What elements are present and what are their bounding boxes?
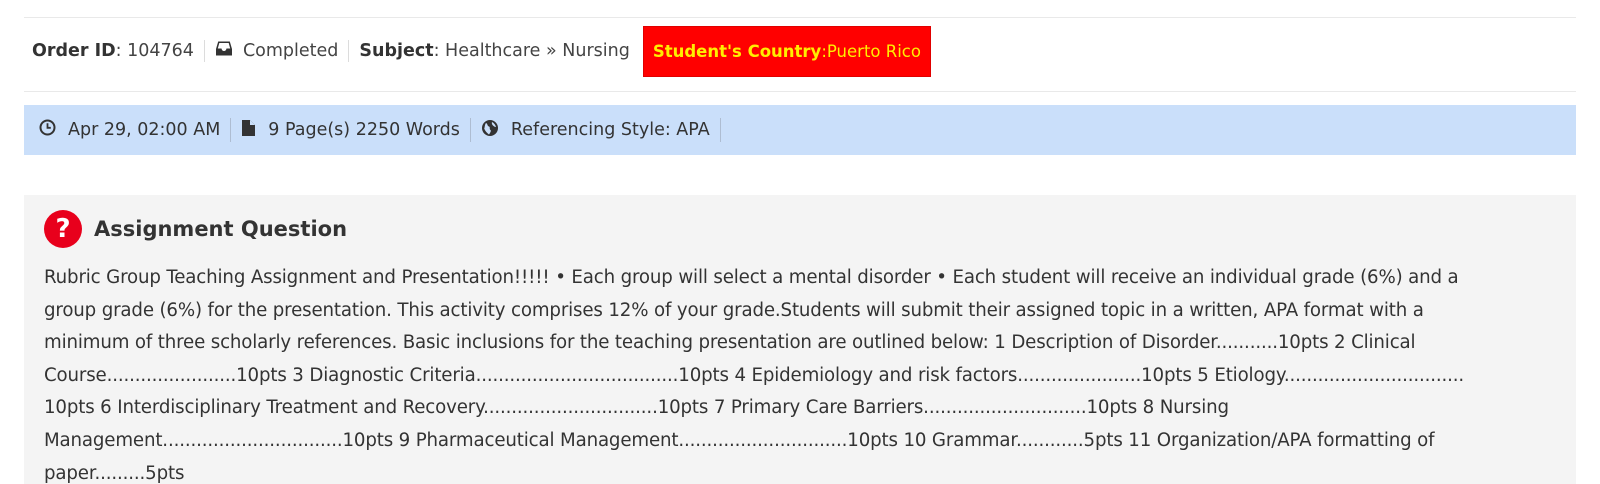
question-body: Rubric Group Teaching Assignment and Pre… <box>44 267 1465 484</box>
order-id-value: : 104764 <box>115 41 194 61</box>
deadline: Apr 29, 02:00 AM <box>39 118 232 142</box>
country-label: Student's Country <box>652 41 822 61</box>
order-status: Completed <box>205 40 350 62</box>
page-count-text: 9 Page(s) 2250 Words <box>268 120 460 140</box>
country-value: :Puerto Rico <box>821 41 921 61</box>
question-title: Assignment Question <box>94 217 348 241</box>
order-subject: Subject: Healthcare » Nursing <box>349 40 642 62</box>
order-status-text: Completed <box>242 41 339 61</box>
referencing-style-text: Referencing Style: APA <box>510 120 710 140</box>
order-id-label: Order ID <box>32 41 116 61</box>
top-divider <box>24 17 1576 18</box>
question-circle-icon: ? <box>44 210 82 248</box>
file-icon <box>241 119 256 142</box>
globe-icon <box>481 119 499 142</box>
page-count: 9 Page(s) 2250 Words <box>231 118 471 142</box>
order-info-bar: Apr 29, 02:00 AM 9 Page(s) 2250 Words Re… <box>24 105 1576 155</box>
referencing-style: Referencing Style: APA <box>471 118 721 142</box>
student-country-badge: Student's Country:Puerto Rico <box>642 25 931 77</box>
inbox-icon <box>215 40 233 62</box>
middle-divider <box>24 91 1576 92</box>
order-summary-row: Order ID: 104764 Completed Subject: Heal… <box>24 25 931 77</box>
clock-icon <box>39 119 56 141</box>
deadline-text: Apr 29, 02:00 AM <box>68 120 221 140</box>
subject-value: : Healthcare » Nursing <box>433 41 630 61</box>
order-id: Order ID: 104764 <box>24 40 205 62</box>
subject-label: Subject <box>359 41 434 61</box>
question-header: ? Assignment Question <box>44 210 347 248</box>
assignment-question-panel: ? Assignment Question Rubric Group Teach… <box>24 195 1576 484</box>
